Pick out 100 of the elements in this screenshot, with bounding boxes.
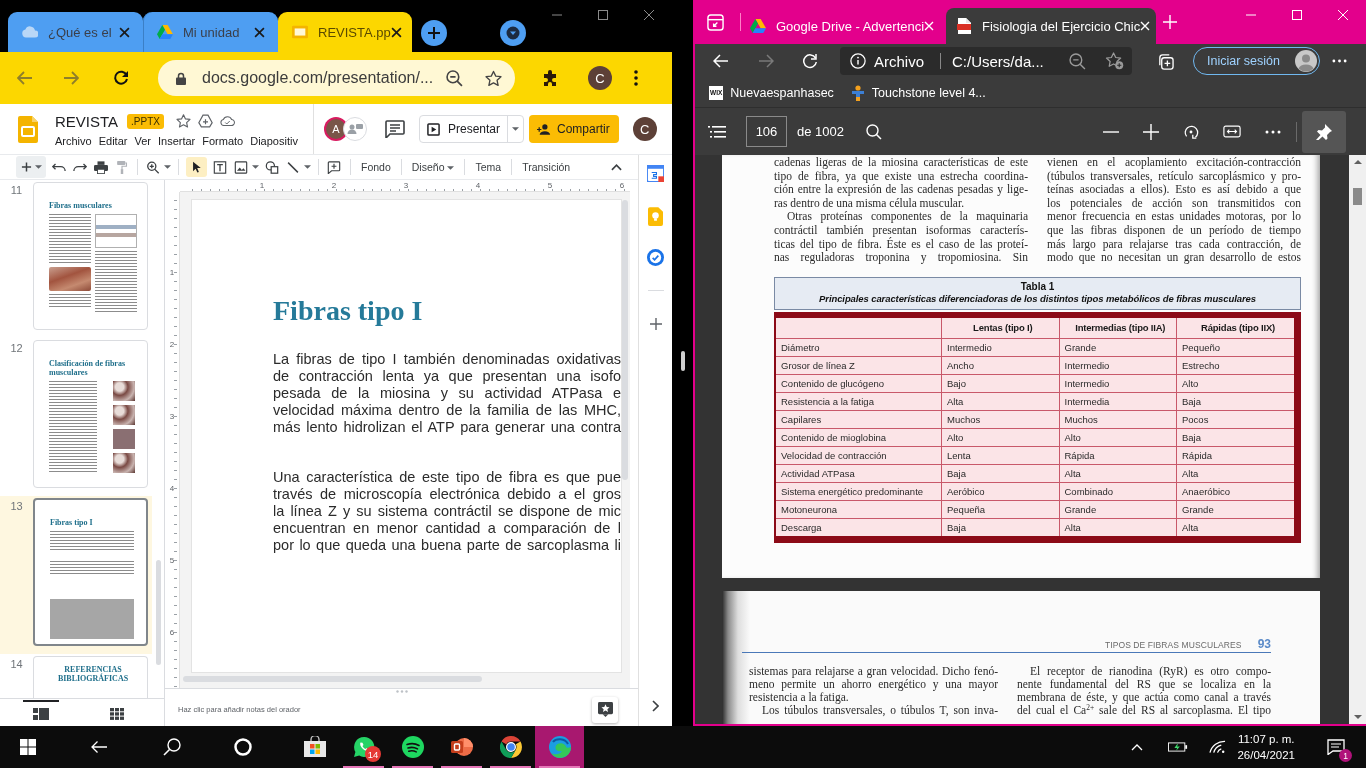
star-icon[interactable] bbox=[176, 114, 191, 128]
scrollbar[interactable] bbox=[1349, 155, 1366, 724]
menu-item[interactable]: Insertar bbox=[157, 135, 196, 147]
four-squares-icon[interactable] bbox=[20, 739, 36, 755]
taskbar-app-button[interactable]: 14 bbox=[339, 726, 388, 768]
menu-item[interactable]: Archivo bbox=[55, 135, 92, 147]
scrollbar[interactable] bbox=[183, 676, 482, 682]
browser-tab[interactable]: REVISTA.pp bbox=[278, 12, 412, 52]
scroll-down-icon[interactable] bbox=[1353, 715, 1362, 719]
swirl-icon bbox=[548, 736, 571, 758]
favorite-link[interactable]: Touchstone level 4... bbox=[850, 84, 986, 101]
account-avatar[interactable]: C bbox=[632, 117, 657, 141]
plus-icon[interactable] bbox=[649, 318, 662, 330]
caret-icon[interactable] bbox=[164, 165, 171, 169]
address-field[interactable]: docs.google.com/presentation/... bbox=[158, 60, 515, 96]
clock[interactable]: 11:07 p. m. 26/04/2021 bbox=[1237, 731, 1295, 763]
close-icon[interactable] bbox=[119, 26, 130, 38]
slide-title[interactable]: Fibras tipo I bbox=[273, 295, 423, 327]
hexagon-plus-icon[interactable] bbox=[198, 114, 213, 128]
scrollbar-thumb[interactable] bbox=[1353, 188, 1362, 205]
plus-icon[interactable] bbox=[421, 20, 447, 46]
slide-paragraph[interactable]: La fibras de tipo I también denominadas oxidativas de contracción lenta ya que presentan una isofo pesada de la miosina y su actividad ATPasa e velocidad máxima dentro de la familia de las MHC, más lento hidrolizan el ATP para generar una contra bbox=[273, 351, 621, 436]
cloud-check-icon[interactable] bbox=[220, 114, 235, 128]
toolbar-button[interactable]: Diseño bbox=[409, 161, 457, 173]
caret-icon[interactable] bbox=[252, 165, 259, 169]
browser-tab[interactable]: Google Drive - Advertenci bbox=[746, 8, 938, 44]
browser-tab[interactable]: ¿Qué es el bbox=[8, 12, 143, 52]
text-box-icon[interactable] bbox=[213, 160, 227, 174]
ring-icon[interactable] bbox=[234, 738, 252, 756]
caret-icon[interactable] bbox=[35, 165, 42, 169]
scrollbar[interactable] bbox=[622, 200, 628, 480]
menu-item[interactable]: Formato bbox=[202, 135, 244, 147]
refresh-icon[interactable] bbox=[802, 53, 818, 69]
toolbar-button[interactable]: Tema bbox=[473, 161, 504, 173]
list-icon[interactable] bbox=[708, 125, 726, 138]
resize-handle[interactable] bbox=[680, 351, 685, 371]
close-icon[interactable] bbox=[390, 26, 402, 38]
profile-avatar[interactable]: C bbox=[588, 66, 612, 90]
slide-thumbnail[interactable]: Fibras musculares bbox=[33, 182, 148, 330]
comment-plus-icon[interactable] bbox=[327, 160, 341, 174]
share-button[interactable]: Compartir bbox=[529, 115, 619, 143]
chevron-up-icon[interactable] bbox=[1131, 743, 1144, 751]
note-button[interactable] bbox=[592, 696, 618, 723]
scrollbar[interactable] bbox=[156, 560, 161, 665]
collapse-icon[interactable] bbox=[611, 163, 622, 171]
caret-icon[interactable] bbox=[304, 165, 311, 169]
speech-bubble-icon[interactable] bbox=[385, 120, 405, 138]
search-icon[interactable] bbox=[866, 123, 882, 140]
caret-icon[interactable] bbox=[512, 127, 520, 131]
search-icon[interactable] bbox=[163, 738, 181, 756]
caret-circle-icon[interactable] bbox=[500, 20, 526, 46]
notifications-button[interactable]: 1 bbox=[1321, 735, 1351, 759]
document-title[interactable]: REVISTA bbox=[55, 112, 119, 130]
toolbar-button[interactable]: Fondo bbox=[359, 161, 393, 173]
zoom-in-icon[interactable] bbox=[146, 160, 160, 174]
slide-thumbnail[interactable]: REFERENCIAS BIBLIOGRÁFICAS bbox=[33, 656, 148, 698]
scroll-up-icon[interactable] bbox=[1353, 160, 1362, 164]
browser-tab[interactable]: Mi unidad bbox=[143, 12, 278, 52]
toolbar-button[interactable]: Transición bbox=[520, 161, 573, 173]
slide-thumbnail[interactable]: Fibras tipo I bbox=[33, 498, 148, 646]
present-button[interactable]: Presentar bbox=[419, 115, 525, 143]
calendar-icon[interactable] bbox=[647, 165, 664, 182]
chevron-right-icon[interactable] bbox=[652, 700, 659, 712]
browser-tab[interactable]: Fisiologia del Ejercicio Chic bbox=[946, 8, 1156, 44]
info-icon[interactable] bbox=[850, 53, 866, 69]
resize-handle-icon[interactable] bbox=[395, 690, 408, 693]
slide-thumbnail[interactable]: Clasificación de fibras musculares bbox=[33, 340, 148, 488]
check-circle-icon[interactable] bbox=[647, 249, 664, 266]
image-icon[interactable] bbox=[234, 160, 248, 174]
forward-icon[interactable] bbox=[63, 71, 79, 85]
menu-icon[interactable] bbox=[634, 70, 638, 86]
wifi-icon[interactable] bbox=[1209, 740, 1227, 754]
lock-icon bbox=[176, 71, 186, 85]
zoom-out-icon[interactable] bbox=[1069, 52, 1086, 70]
collaborator-avatar[interactable]: A bbox=[326, 119, 346, 139]
fit-width-icon[interactable] bbox=[1223, 125, 1241, 138]
select-tool-button[interactable] bbox=[186, 157, 207, 177]
star-icon[interactable] bbox=[485, 69, 502, 87]
print-icon[interactable] bbox=[94, 160, 108, 174]
reload-icon[interactable] bbox=[113, 70, 129, 86]
page-number-field[interactable]: 106 bbox=[746, 116, 787, 147]
menu-item[interactable]: Editar bbox=[98, 135, 128, 147]
battery-icon[interactable] bbox=[1168, 741, 1189, 753]
forward-icon[interactable] bbox=[758, 54, 774, 68]
new-slide-button[interactable] bbox=[16, 156, 46, 178]
slide-paragraph[interactable]: Una característica de este tipo de fibra es que pue través de microscopía electrónica debido a el gros la línea Z y su sistema contráctil se dispone de mic encuentran en menor cantidad a comparación de l por lo que queda una buena parte de sarcoplasma li bbox=[273, 469, 621, 554]
menu-item[interactable]: Ver bbox=[134, 135, 151, 147]
stack-plus-icon[interactable] bbox=[1157, 52, 1174, 70]
zoom-out-icon[interactable] bbox=[446, 69, 463, 87]
person-chat-icon[interactable] bbox=[343, 117, 367, 141]
more-icon[interactable] bbox=[1332, 59, 1347, 63]
minus-icon[interactable] bbox=[1103, 130, 1119, 133]
star-plus-icon[interactable] bbox=[1105, 52, 1124, 70]
more-icon[interactable] bbox=[1265, 129, 1281, 134]
pin-toolbar-button[interactable] bbox=[1302, 110, 1346, 153]
rotate-icon[interactable] bbox=[1183, 123, 1199, 140]
close-icon[interactable] bbox=[254, 26, 265, 38]
line-icon[interactable] bbox=[286, 160, 300, 174]
address-field[interactable]: Archivo C:/Users/da... bbox=[840, 47, 1132, 75]
menu-item[interactable]: Diapositiv bbox=[250, 135, 298, 147]
